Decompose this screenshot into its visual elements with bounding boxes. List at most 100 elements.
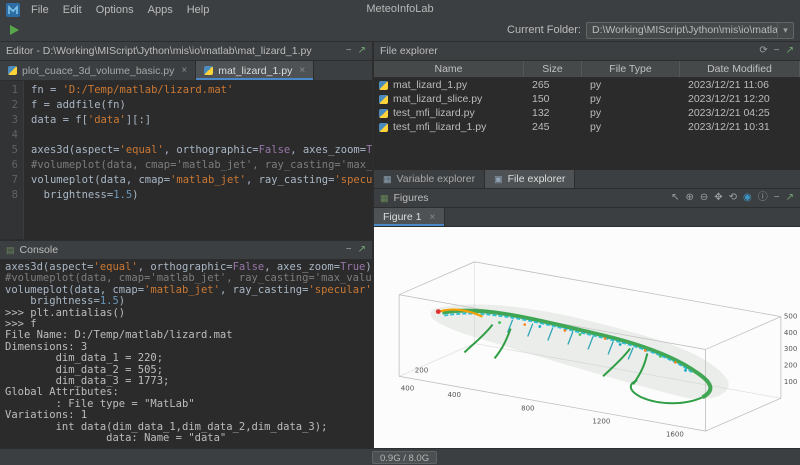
current-folder-combobox[interactable]: D:\Working\MIScript\Jython\mis\io\matlab…	[586, 22, 794, 39]
svg-text:1200: 1200	[592, 417, 610, 425]
minimize-icon[interactable]: −	[346, 46, 352, 56]
column-header-file-type[interactable]: File Type	[582, 61, 680, 77]
python-file-icon	[204, 66, 213, 75]
minimize-icon[interactable]: −	[346, 245, 352, 255]
figures-panel: ▦ Figures ↖ ⊕ ⊖ ✥ ⟲ ◉ ⓘ−↗ Figure 1×	[374, 189, 800, 448]
refresh-icon[interactable]: ⟳	[759, 46, 767, 56]
console-icon: ▤	[6, 245, 15, 256]
zoom-in-icon[interactable]: ⊕	[685, 193, 693, 203]
menu-options[interactable]: Options	[89, 2, 141, 18]
float-icon[interactable]: ↗	[786, 46, 794, 56]
console-title-icons: −↗	[340, 245, 366, 255]
main-toolbar: Current Folder: D:\Working\MIScript\Jyth…	[0, 19, 800, 42]
chevron-down-icon[interactable]: ▾	[777, 23, 793, 38]
menubar: FileEditOptionsAppsHelp MeteoInfoLab	[0, 0, 800, 19]
memory-indicator[interactable]: 0.9G / 8.0G	[372, 451, 437, 464]
table-row[interactable]: test_mfi_lizard_1.py245py2023/12/21 10:3…	[374, 120, 800, 134]
python-file-icon	[379, 123, 388, 132]
globe-icon[interactable]: ◉	[743, 193, 752, 203]
menu-help[interactable]: Help	[180, 2, 217, 18]
console-panel: ▤ Console −↗ axes3d(aspect='equal', orth…	[0, 241, 372, 448]
menu-file[interactable]: File	[24, 2, 56, 18]
svg-text:300: 300	[784, 345, 797, 353]
figures-toolbar: ↖ ⊕ ⊖ ✥ ⟲ ◉ ⓘ−↗	[665, 193, 794, 203]
editor-code-area[interactable]: 12345678 fn = 'D:/Temp/matlab/lizard.mat…	[0, 81, 372, 239]
zoom-out-icon[interactable]: ⊖	[700, 193, 708, 203]
info-icon[interactable]: ⓘ	[758, 193, 768, 203]
code-line: axes3d(aspect='equal', orthographic=Fals…	[31, 143, 372, 158]
svg-text:100: 100	[784, 378, 797, 386]
svg-text:500: 500	[784, 313, 797, 321]
svg-text:200: 200	[415, 366, 428, 374]
left-column: Editor - D:\Working\MIScript\Jython\mis\…	[0, 42, 374, 448]
editor-tab[interactable]: mat_lizard_1.py ×	[196, 61, 314, 80]
close-icon[interactable]: ×	[430, 212, 436, 223]
table-row[interactable]: mat_lizard_1.py265py2023/12/21 11:06	[374, 78, 800, 92]
current-folder-label: Current Folder:	[507, 24, 581, 36]
file-table-header[interactable]: NameSizeFile TypeDate Modified	[374, 61, 800, 78]
file-explorer-icon: ▣	[494, 174, 503, 185]
main-area: Editor - D:\Working\MIScript\Jython\mis\…	[0, 42, 800, 448]
code-line: f = addfile(fn)	[31, 98, 372, 113]
python-file-icon	[379, 109, 388, 118]
svg-text:400: 400	[401, 384, 414, 392]
column-header-name[interactable]: Name	[374, 61, 524, 77]
file-explorer-title-icons: ⟳−↗	[753, 46, 794, 56]
code-line: data = f['data'][:]	[31, 113, 372, 128]
console-output[interactable]: axes3d(aspect='equal', orthographic=Fals…	[0, 260, 372, 448]
editor-title-icons: −↗	[340, 46, 366, 56]
editor-gutter: 12345678	[0, 81, 24, 239]
console-title-bar: ▤ Console −↗	[0, 241, 372, 260]
figures-icon: ▦	[380, 193, 389, 204]
float-icon[interactable]: ↗	[786, 193, 794, 203]
svg-text:1600: 1600	[666, 431, 684, 439]
code-line: volumeplot(data, cmap='matlab_jet', ray_…	[31, 173, 372, 188]
editor-tabs: plot_cuace_3d_volume_basic.py×mat_lizard…	[0, 61, 372, 81]
column-header-size[interactable]: Size	[524, 61, 582, 77]
3d-volume-plot: 40080012001600 100200300400500 200400	[374, 227, 800, 448]
python-file-icon	[379, 95, 388, 104]
figure-canvas[interactable]: 40080012001600 100200300400500 200400	[374, 227, 800, 448]
menu-edit[interactable]: Edit	[56, 2, 89, 18]
tab-file-explorer[interactable]: ▣File explorer	[485, 170, 575, 188]
app-logo-icon	[6, 3, 20, 17]
right-column: File explorer ⟳−↗ NameSizeFile TypeDate …	[374, 42, 800, 448]
code-line: #volumeplot(data, cmap='matlab_jet', ray…	[31, 158, 372, 173]
editor-code: fn = 'D:/Temp/matlab/lizard.mat'f = addf…	[24, 81, 372, 239]
console-line: >>> plt.antialias()	[5, 308, 367, 319]
editor-tab[interactable]: plot_cuace_3d_volume_basic.py×	[0, 61, 196, 80]
file-table-body: mat_lizard_1.py265py2023/12/21 11:06mat_…	[374, 78, 800, 170]
menubar-items: FileEditOptionsAppsHelp	[24, 2, 216, 18]
variable-explorer-icon: ▦	[383, 174, 392, 185]
pointer-icon[interactable]: ↖	[671, 193, 679, 203]
close-icon[interactable]: ×	[181, 65, 187, 76]
figure-tabs: Figure 1×	[374, 208, 800, 227]
code-line: fn = 'D:/Temp/matlab/lizard.mat'	[31, 83, 372, 98]
file-explorer-panel: File explorer ⟳−↗ NameSizeFile TypeDate …	[374, 42, 800, 170]
console-line: data: Name = "data"	[5, 433, 367, 444]
status-bar: 0.9G / 8.0G	[0, 448, 800, 465]
menu-apps[interactable]: Apps	[141, 2, 180, 18]
tab-figure-1[interactable]: Figure 1×	[374, 208, 445, 226]
close-icon[interactable]: ×	[299, 65, 305, 76]
meteoinfolab-window: FileEditOptionsAppsHelp MeteoInfoLab Cur…	[0, 0, 800, 465]
float-icon[interactable]: ↗	[358, 245, 366, 255]
svg-text:800: 800	[521, 404, 534, 412]
tab-variable-explorer[interactable]: ▦Variable explorer	[374, 170, 485, 188]
column-header-date-modified[interactable]: Date Modified	[680, 61, 800, 77]
tab-label: mat_lizard_1.py	[218, 65, 292, 77]
figures-title-bar: ▦ Figures ↖ ⊕ ⊖ ✥ ⟲ ◉ ⓘ−↗	[374, 189, 800, 208]
console-title: Console	[20, 244, 59, 256]
minimize-icon[interactable]: −	[774, 46, 780, 56]
table-row[interactable]: test_mfi_lizard.py132py2023/12/21 04:25	[374, 106, 800, 120]
current-folder-value: D:\Working\MIScript\Jython\mis\io\matlab	[592, 24, 777, 36]
rotate-icon[interactable]: ⟲	[729, 193, 737, 203]
figures-title: Figures	[394, 192, 429, 204]
minimize-icon[interactable]: −	[774, 193, 780, 203]
python-file-icon	[379, 81, 388, 90]
table-row[interactable]: mat_lizard_slice.py150py2023/12/21 12:20	[374, 92, 800, 106]
pan-icon[interactable]: ✥	[714, 193, 722, 203]
python-file-icon	[8, 66, 17, 75]
float-icon[interactable]: ↗	[358, 46, 366, 56]
run-button[interactable]	[10, 25, 19, 35]
